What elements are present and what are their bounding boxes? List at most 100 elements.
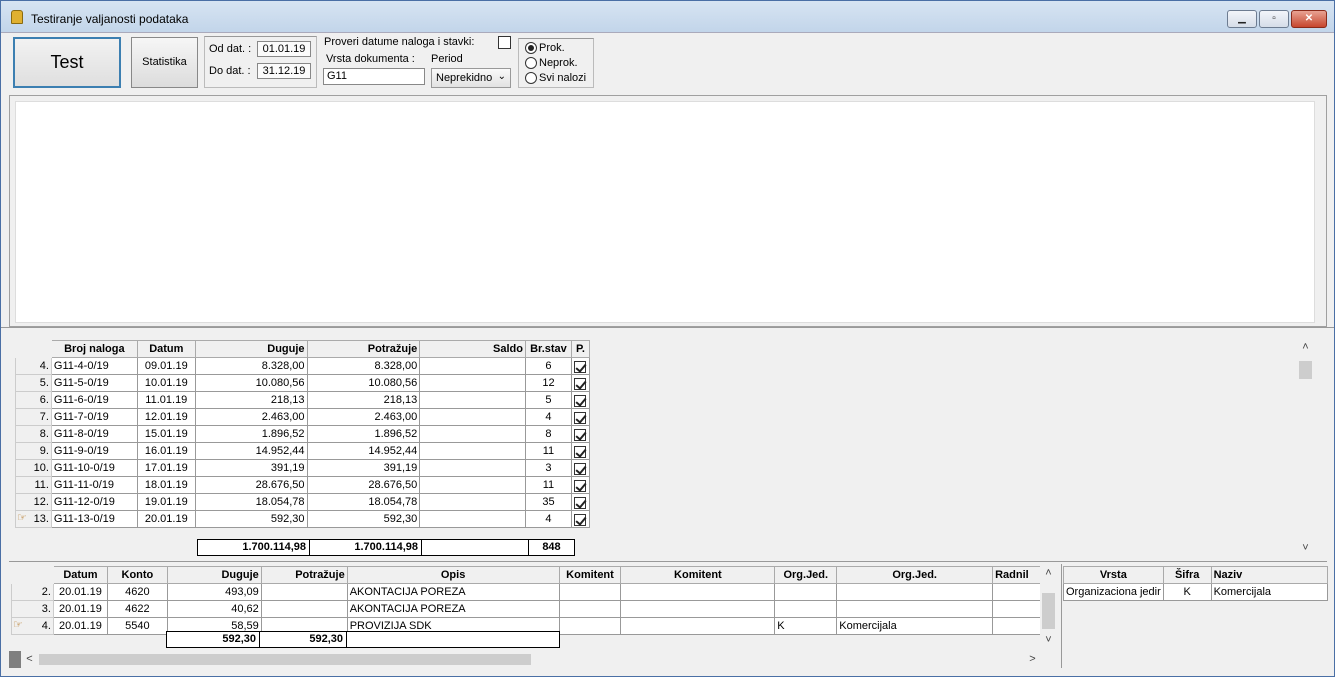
col-datum[interactable]: Datum [52,566,108,584]
cell-broj-naloga[interactable]: G11-7-0/19 [50,408,138,426]
checkmark-icon[interactable] [574,513,587,526]
cell-potrazuje[interactable]: 14.952,44 [306,442,421,460]
cell-duguje[interactable]: 391,19 [194,459,308,477]
cell-saldo[interactable] [419,476,526,494]
stavke-scroll-thumb[interactable] [1042,593,1055,629]
cell-duguje[interactable]: 8.328,00 [194,357,308,375]
cell-org-jed[interactable] [774,600,838,618]
cell-duguje[interactable]: 1.896,52 [194,425,308,443]
checkmark-icon[interactable] [574,394,587,407]
cell-saldo[interactable] [419,459,526,477]
cell-brstav[interactable]: 5 [524,391,572,409]
vrsta-dokumenta-input[interactable]: G11 [323,68,425,85]
cell-org-jed-naziv[interactable]: Komercijala [836,617,994,635]
scroll-up-icon[interactable]: ˄ [1297,339,1314,356]
cell-potrazuje[interactable] [260,583,348,601]
period-select[interactable]: Neprekidno ⌄ [431,68,511,88]
cell-duguje[interactable]: 218,13 [194,391,308,409]
cell-broj-naloga[interactable]: G11-8-0/19 [50,425,138,443]
col-duguje[interactable]: Duguje [166,566,262,584]
col-komitent[interactable]: Komitent [558,566,622,584]
table-row[interactable]: 4. G11-4-0/19 09.01.19 8.328,00 8.328,00 6 [15,357,591,375]
cell-konto[interactable]: 5540 [106,617,168,635]
table-row[interactable]: 7. G11-7-0/19 12.01.19 2.463,00 2.463,00 4 [15,408,591,426]
cell-org-jed[interactable]: K [774,617,838,635]
cell-proknjizen[interactable] [570,408,591,426]
cell-duguje[interactable]: 493,09 [166,583,262,601]
minimize-button[interactable]: ▁ [1227,10,1257,28]
cell-broj-naloga[interactable]: G11-4-0/19 [50,357,138,375]
cell-datum[interactable]: 09.01.19 [136,357,196,375]
cell-proknjizen[interactable] [570,391,591,409]
results-memo[interactable] [15,101,1315,323]
cell-potrazuje[interactable]: 391,19 [306,459,421,477]
od-dat-field[interactable]: 01.01.19 [257,41,311,57]
cell-naziv[interactable]: Komercijala [1210,583,1329,601]
cell-komitent[interactable] [558,600,622,618]
cell-brstav[interactable]: 8 [524,425,572,443]
cell-opis[interactable]: AKONTACIJA POREZA [346,600,560,618]
stavke-hscrollbar[interactable]: ˂ ˃ [21,651,1041,668]
col-opis[interactable]: Opis [346,566,560,584]
cell-brstav[interactable]: 3 [524,459,572,477]
table-row[interactable]: 9. G11-9-0/19 16.01.19 14.952,44 14.952,44 11 [15,442,591,460]
cell-vrsta[interactable]: Organizaciona jedir [1063,583,1164,601]
cell-komitent-naziv[interactable] [620,600,776,618]
cell-potrazuje[interactable]: 592,30 [306,510,421,528]
checkmark-icon[interactable] [574,428,587,441]
do-dat-field[interactable]: 31.12.19 [257,63,311,79]
scroll-left-icon[interactable]: ˂ [21,651,38,668]
table-row[interactable]: Organizaciona jedir K Komercijala [1063,583,1329,601]
cell-datum[interactable]: 11.01.19 [136,391,196,409]
table-row[interactable]: 11. G11-11-0/19 18.01.19 28.676,50 28.676,50… [15,476,591,494]
cell-duguje[interactable]: 18.054,78 [194,493,308,511]
checkmark-icon[interactable] [574,462,587,475]
cell-komitent[interactable] [558,583,622,601]
cell-datum[interactable]: 18.01.19 [136,476,196,494]
cell-potrazuje[interactable]: 8.328,00 [306,357,421,375]
statistika-button[interactable]: Statistika [131,37,198,88]
checkmark-icon[interactable] [574,496,587,509]
cell-brstav[interactable]: 6 [524,357,572,375]
cell-saldo[interactable] [419,493,526,511]
cell-potrazuje[interactable]: 18.054,78 [306,493,421,511]
cell-broj-naloga[interactable]: G11-10-0/19 [50,459,138,477]
cell-datum[interactable]: 20.01.19 [52,617,108,635]
cell-brstav[interactable]: 12 [524,374,572,392]
stavke-hscroll-thumb[interactable] [39,654,531,665]
checkmark-icon[interactable] [574,377,587,390]
checkmark-icon[interactable] [574,360,587,373]
cell-saldo[interactable] [419,408,526,426]
cell-broj-naloga[interactable]: G11-5-0/19 [50,374,138,392]
col-brstav[interactable]: Br.stav [524,340,572,358]
radio-neprok[interactable] [525,57,537,69]
cell-brstav[interactable]: 4 [524,510,572,528]
cell-datum[interactable]: 12.01.19 [136,408,196,426]
cell-brstav[interactable]: 4 [524,408,572,426]
cell-brstav[interactable]: 35 [524,493,572,511]
cell-konto[interactable]: 4622 [106,600,168,618]
proveri-checkbox[interactable] [498,36,511,49]
cell-saldo[interactable] [419,374,526,392]
cell-sifra[interactable]: K [1162,583,1212,601]
cell-brstav[interactable]: 11 [524,442,572,460]
nalozi-scroll-thumb[interactable] [1299,361,1312,379]
nalozi-vscrollbar[interactable]: ˄ ˅ [1297,339,1314,557]
col-naziv[interactable]: Naziv [1210,566,1329,584]
cell-potrazuje[interactable] [260,600,348,618]
cell-org-jed-naziv[interactable] [836,600,994,618]
cell-datum[interactable]: 10.01.19 [136,374,196,392]
col-duguje[interactable]: Duguje [194,340,308,358]
table-row[interactable]: 8. G11-8-0/19 15.01.19 1.896,52 1.896,52 8 [15,425,591,443]
radio-svi-nalozi[interactable] [525,72,537,84]
cell-potrazuje[interactable]: 1.896,52 [306,425,421,443]
table-row[interactable]: 12. G11-12-0/19 19.01.19 18.054,78 18.054,78… [15,493,591,511]
col-sifra[interactable]: Šifra [1162,566,1212,584]
cell-broj-naloga[interactable]: G11-13-0/19 [50,510,138,528]
cell-duguje[interactable]: 28.676,50 [194,476,308,494]
cell-proknjizen[interactable] [570,459,591,477]
cell-datum[interactable]: 20.01.19 [52,583,108,601]
cell-saldo[interactable] [419,442,526,460]
cell-saldo[interactable] [419,425,526,443]
cell-proknjizen[interactable] [570,493,591,511]
